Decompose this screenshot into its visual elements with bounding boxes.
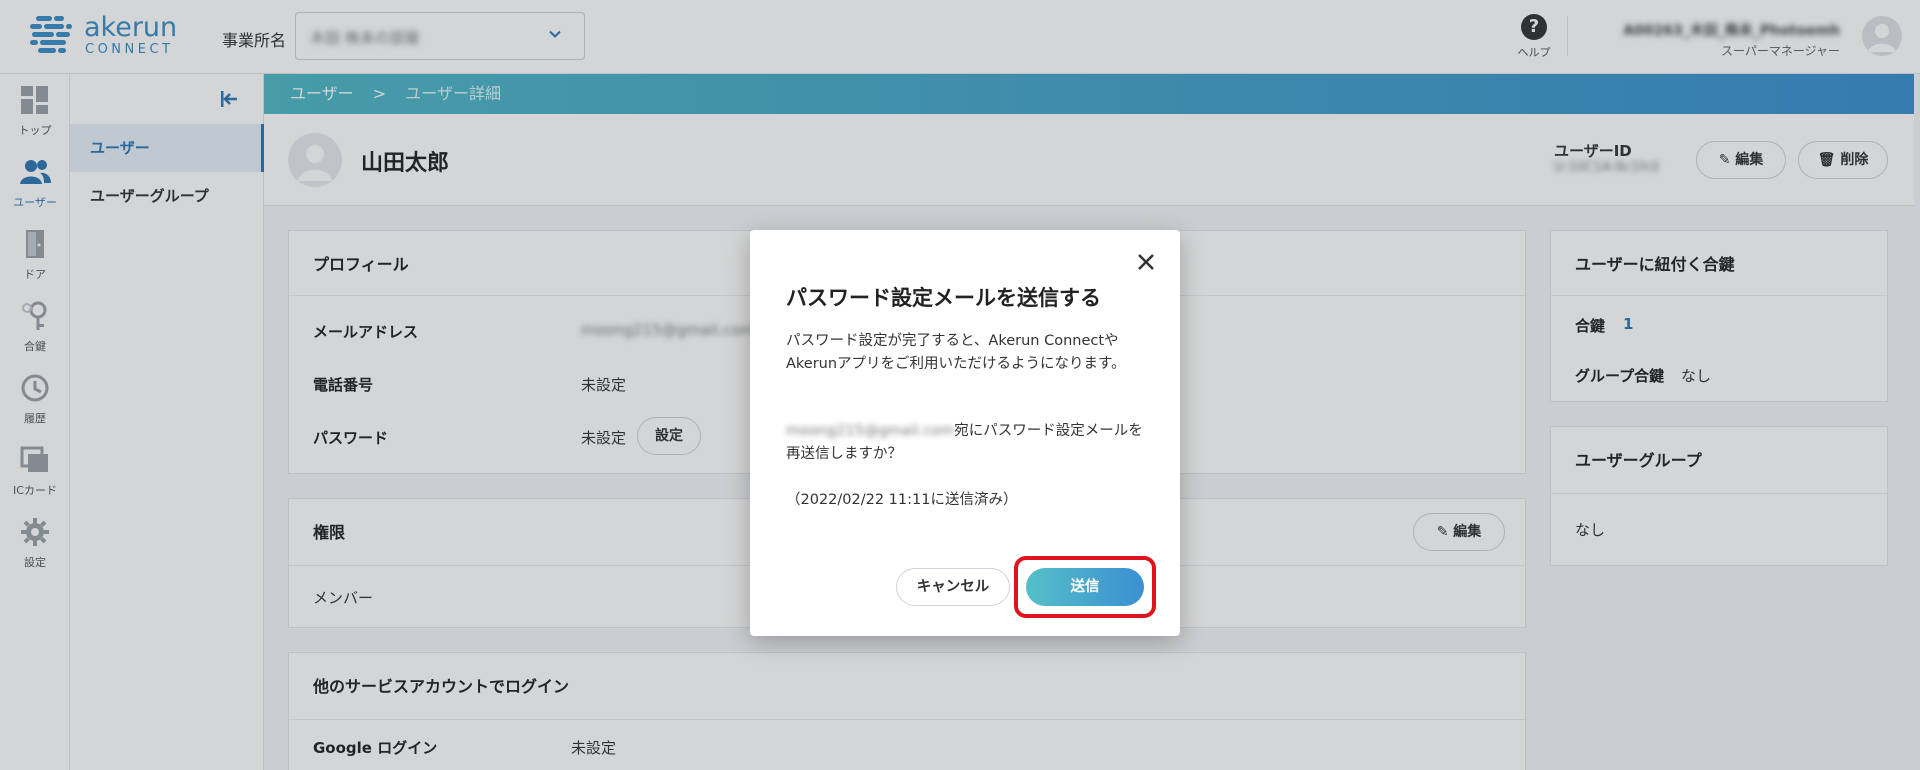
dialog-title: パスワード設定メールを送信する xyxy=(786,286,1101,310)
close-icon[interactable] xyxy=(1134,250,1158,274)
send-button[interactable]: 送信 xyxy=(1026,568,1144,606)
dialog-resend-question: moong215@gmail.com宛にパスワード設定メールを再送信しますか？ xyxy=(786,420,1146,466)
cancel-button[interactable]: キャンセル xyxy=(896,568,1010,606)
dialog-email: moong215@gmail.com xyxy=(786,423,955,439)
password-email-dialog: パスワード設定メールを送信する パスワード設定が完了すると、Akerun Con… xyxy=(750,230,1180,636)
dialog-description: パスワード設定が完了すると、Akerun ConnectやAkerunアプリをご… xyxy=(786,333,1126,372)
dialog-sent-status: （2022/02/22 11:11に送信済み） xyxy=(786,492,1018,508)
